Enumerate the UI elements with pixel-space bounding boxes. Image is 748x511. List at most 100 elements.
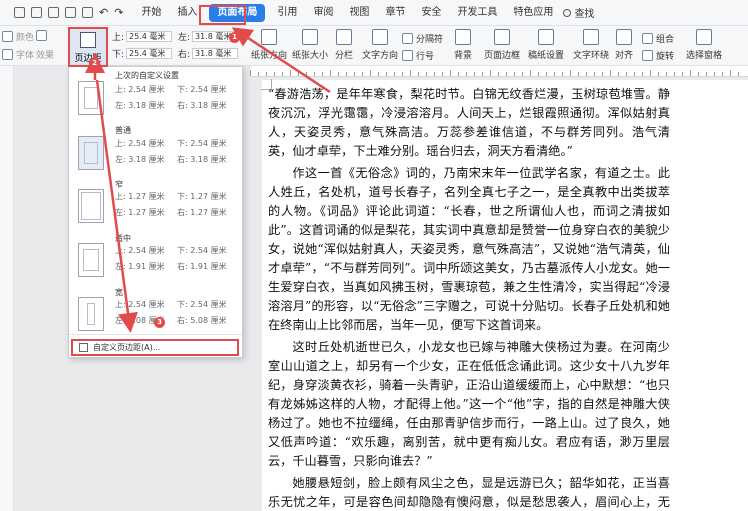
group-button[interactable]: 组合 xyxy=(642,32,674,45)
ruler-tick xyxy=(554,72,555,76)
group-label: 组合 xyxy=(656,35,675,45)
print-icon[interactable] xyxy=(65,7,76,18)
menu-icon[interactable] xyxy=(14,7,25,18)
draft-settings-icon xyxy=(538,29,554,45)
page-border-icon xyxy=(494,29,510,45)
paper-size-button[interactable]: 纸张大小 xyxy=(291,28,329,61)
tab-review[interactable]: 审阅 xyxy=(305,0,341,26)
line-numbers-button[interactable]: 行号 xyxy=(402,49,434,62)
tab-home[interactable]: 开始 xyxy=(133,0,169,26)
theme-effects-button[interactable]: 效果 xyxy=(36,48,54,61)
custom-margins-menu-item[interactable]: 自定义页边距(A)... xyxy=(71,339,239,356)
horizontal-ruler[interactable] xyxy=(250,66,748,77)
page-border-button[interactable]: 页面边框 xyxy=(482,28,522,61)
orientation-button[interactable]: 纸张方向 xyxy=(250,28,288,61)
preset-right-value: 右: 1.27 厘米 xyxy=(177,208,227,217)
ruler-tick xyxy=(314,72,315,76)
tab-security[interactable]: 安全 xyxy=(413,0,449,26)
rotate-icon xyxy=(642,50,653,61)
ruler-tick xyxy=(338,72,339,76)
columns-button[interactable]: 分栏 xyxy=(332,28,356,61)
ruler-tick xyxy=(586,72,587,76)
right-margin-field[interactable]: 右: 31.8 毫米 xyxy=(178,47,239,60)
tab-developer[interactable]: 开发工具 xyxy=(449,0,505,26)
ruler-tick xyxy=(562,72,563,76)
open-icon[interactable] xyxy=(48,7,59,18)
preset-left-value: 左: 5.08 厘米 xyxy=(115,316,165,325)
bottom-margin-input[interactable]: 25.4 毫米 xyxy=(126,47,173,59)
ruler-tick xyxy=(522,72,523,76)
margin-preset-moderate[interactable]: 适中 上: 2.54 厘米 下: 2.54 厘米 左: 1.91 厘米 右: 1… xyxy=(69,231,242,283)
background-button[interactable]: 背景 xyxy=(450,28,476,61)
step-badge-2: 2 xyxy=(89,58,100,69)
separator-button[interactable]: 分隔符 xyxy=(402,32,443,45)
margin-preset-normal[interactable]: 普通 上: 2.54 厘米 下: 2.54 厘米 左: 3.18 厘米 右: 3… xyxy=(69,124,242,175)
undo-icon[interactable]: ↶ xyxy=(99,6,108,19)
preset-bottom-value: 下: 1.27 厘米 xyxy=(177,192,227,201)
select-pane-button[interactable]: 选择窗格 xyxy=(684,28,724,61)
ruler-tick xyxy=(594,72,595,76)
rotate-label: 旋转 xyxy=(656,52,675,62)
tab-references[interactable]: 引用 xyxy=(269,0,305,26)
search-label: 查找 xyxy=(574,9,595,20)
align-button[interactable]: 对齐 xyxy=(612,28,636,61)
preview-icon[interactable] xyxy=(82,7,93,18)
orientation-label: 纸张方向 xyxy=(250,51,287,61)
preset-thumbnail xyxy=(78,189,104,223)
margin-preset-last-custom[interactable]: 上次的自定义设置 上: 2.54 厘米 下: 2.54 厘米 左: 3.18 厘… xyxy=(69,67,242,125)
margin-preset-wide[interactable]: 宽 上: 2.54 厘米 下: 2.54 厘米 左: 5.08 厘米 右: 5.… xyxy=(69,285,242,335)
paragraph[interactable]: 作这一首《无俗念》词的，乃南宋末年一位武学名家，有道之士。此人姓丘，名处机，道号… xyxy=(268,164,670,335)
text-wrap-button[interactable]: 文字环绕 xyxy=(571,28,611,61)
ruler-tick xyxy=(546,72,547,76)
right-margin-label: 右: xyxy=(178,49,191,60)
ruler-tick xyxy=(642,72,643,76)
paragraph[interactable]: 她腰悬短剑，脸上颇有风尘之色，显是远游已久；韶华如花，正当喜乐无忧之年，可是容色… xyxy=(268,474,670,511)
preset-left-value: 左: 1.27 厘米 xyxy=(115,208,165,217)
ruler-tick xyxy=(626,72,627,76)
top-margin-field[interactable]: 上: 25.4 毫米 xyxy=(112,30,173,43)
redo-icon[interactable]: ↷ xyxy=(114,6,123,19)
preset-top-value: 上: 2.54 厘米 xyxy=(115,246,165,255)
margins-dropdown: 上次的自定义设置 上: 2.54 厘米 下: 2.54 厘米 左: 3.18 厘… xyxy=(68,66,243,358)
preset-bottom-value: 下: 2.54 厘米 xyxy=(177,85,227,94)
top-margin-label: 上: xyxy=(112,32,125,43)
document-text[interactable]: “春游浩荡，是年年寒食，梨花时节。白锦无纹香烂漫，玉树琼苞堆雪。静夜沉沉，浮光霭… xyxy=(268,85,670,511)
save-icon[interactable] xyxy=(31,7,42,18)
paper-size-label: 纸张大小 xyxy=(291,51,328,61)
tab-view[interactable]: 视图 xyxy=(341,0,377,26)
ruler-tick xyxy=(362,72,363,76)
preset-thumbnail xyxy=(78,81,104,115)
tab-special[interactable]: 特色应用 xyxy=(505,0,561,26)
preset-left-value: 左: 3.18 厘米 xyxy=(115,101,165,110)
search-box[interactable]: 查找 xyxy=(563,5,594,20)
columns-icon xyxy=(336,29,352,45)
ruler-tick xyxy=(530,70,531,76)
bottom-margin-field[interactable]: 下: 25.4 毫米 xyxy=(112,47,173,60)
dropdown-separator xyxy=(69,334,242,335)
custom-margins-label: 自定义页边距(A)... xyxy=(93,343,161,352)
text-direction-button[interactable]: 文字方向 xyxy=(360,28,400,61)
top-margin-input[interactable]: 25.4 毫米 xyxy=(126,30,173,42)
ruler-tick xyxy=(506,72,507,76)
right-margin-input[interactable]: 31.8 毫米 xyxy=(192,47,239,59)
theme-fonts-button[interactable]: 字体 xyxy=(2,48,34,61)
rotate-button[interactable]: 旋转 xyxy=(642,49,674,62)
ruler-tick xyxy=(738,72,739,76)
paragraph[interactable]: 这时丘处机逝世已久，小龙女也已嫁与神雕大侠杨过为妻。在河南少室山山道之上，却另有… xyxy=(268,338,670,471)
draft-settings-button[interactable]: 稿纸设置 xyxy=(526,28,566,61)
preset-top-value: 上: 1.27 厘米 xyxy=(115,192,165,201)
ruler-tick xyxy=(410,70,411,76)
ruler-tick xyxy=(346,72,347,76)
ruler-tick xyxy=(602,72,603,76)
tab-chapter[interactable]: 章节 xyxy=(377,0,413,26)
separator-label: 分隔符 xyxy=(416,35,444,45)
preset-thumbnail xyxy=(78,297,104,331)
margin-preset-narrow[interactable]: 窄 上: 1.27 厘米 下: 1.27 厘米 左: 1.27 厘米 右: 1.… xyxy=(69,177,242,229)
line-numbers-icon xyxy=(402,50,413,61)
ruler-tick xyxy=(258,72,259,76)
theme-icon xyxy=(36,30,47,41)
theme-colors-button[interactable]: 颜色 xyxy=(2,30,34,43)
paragraph[interactable]: “春游浩荡，是年年寒食，梨花时节。白锦无纹香烂漫，玉树琼苞堆雪。静夜沉沉，浮光霭… xyxy=(268,85,670,161)
ruler-tick xyxy=(466,72,467,76)
theme-button[interactable] xyxy=(36,30,47,41)
